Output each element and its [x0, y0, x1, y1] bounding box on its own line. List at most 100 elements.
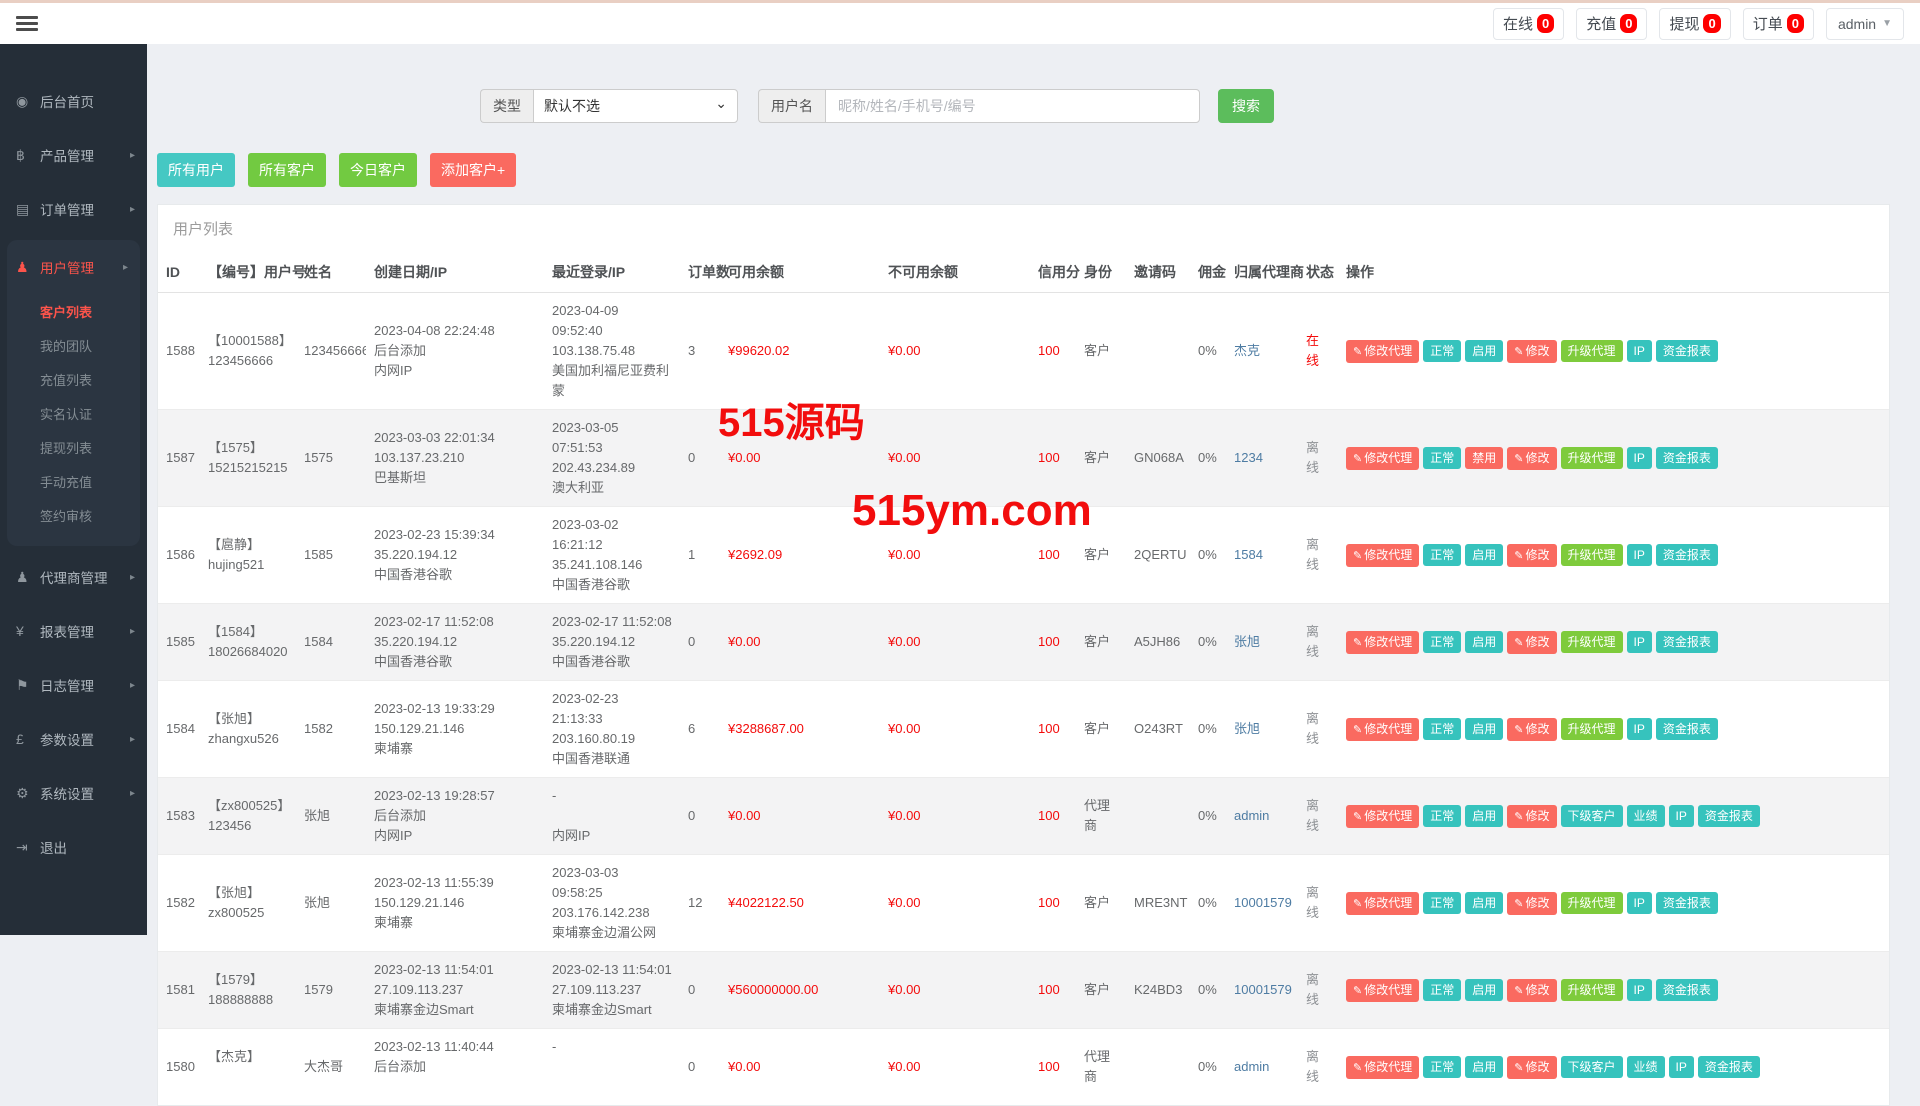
action-funds-report[interactable]: 资金报表	[1656, 447, 1718, 469]
sidebar-subitem[interactable]: 充值列表	[7, 362, 140, 396]
action-edit[interactable]: ✎修改	[1507, 340, 1556, 363]
agent-link[interactable]: 张旭	[1234, 721, 1260, 736]
username-input[interactable]	[825, 89, 1200, 123]
search-button[interactable]: 搜索	[1218, 89, 1274, 123]
stat-recharge[interactable]: 充值0	[1576, 8, 1647, 40]
action-upgrade-agent[interactable]: 升级代理	[1561, 979, 1623, 1001]
sidebar-subitem[interactable]: 签约审核	[7, 498, 140, 532]
sidebar-item-orders[interactable]: ▤订单管理▸	[0, 182, 147, 236]
quick-button-all-customers[interactable]: 所有客户	[248, 153, 326, 187]
action-edit[interactable]: ✎修改	[1507, 892, 1556, 915]
action-performance[interactable]: 业绩	[1627, 805, 1665, 827]
action-upgrade-agent[interactable]: 升级代理	[1561, 340, 1623, 362]
action-edit[interactable]: ✎修改	[1507, 805, 1556, 828]
action-normal[interactable]: 正常	[1423, 805, 1461, 827]
action-upgrade-agent[interactable]: 升级代理	[1561, 718, 1623, 740]
agent-link[interactable]: admin	[1234, 808, 1269, 823]
quick-button-all-users[interactable]: 所有用户	[157, 153, 235, 187]
sidebar-subitem[interactable]: 提现列表	[7, 430, 140, 464]
action-edit-agent[interactable]: ✎修改代理	[1346, 544, 1419, 567]
action-normal[interactable]: 正常	[1423, 1056, 1461, 1078]
action-normal[interactable]: 正常	[1423, 631, 1461, 653]
agent-link[interactable]: admin	[1234, 1059, 1269, 1074]
sidebar-item-logs[interactable]: ⚑日志管理▸	[0, 658, 147, 712]
sidebar-item-reports[interactable]: ¥报表管理▸	[0, 604, 147, 658]
sidebar-item-system[interactable]: ⚙系统设置▸	[0, 766, 147, 820]
action-funds-report[interactable]: 资金报表	[1698, 805, 1760, 827]
action-edit[interactable]: ✎修改	[1507, 718, 1556, 741]
agent-link[interactable]: 张旭	[1234, 634, 1260, 649]
action-edit-agent[interactable]: ✎修改代理	[1346, 892, 1419, 915]
stat-withdraw[interactable]: 提现0	[1659, 8, 1730, 40]
action-enable[interactable]: 启用	[1465, 544, 1503, 566]
action-edit-agent[interactable]: ✎修改代理	[1346, 1056, 1419, 1079]
action-funds-report[interactable]: 资金报表	[1656, 631, 1718, 653]
action-upgrade-agent[interactable]: 升级代理	[1561, 447, 1623, 469]
action-ip[interactable]: IP	[1627, 447, 1652, 469]
action-normal[interactable]: 正常	[1423, 892, 1461, 914]
action-funds-report[interactable]: 资金报表	[1698, 1056, 1760, 1078]
action-enable[interactable]: 启用	[1465, 631, 1503, 653]
agent-link[interactable]: 杰克	[1234, 343, 1260, 358]
action-normal[interactable]: 正常	[1423, 979, 1461, 1001]
menu-toggle-icon[interactable]	[16, 16, 38, 31]
action-edit-agent[interactable]: ✎修改代理	[1346, 718, 1419, 741]
action-enable[interactable]: 启用	[1465, 1056, 1503, 1078]
stat-online[interactable]: 在线0	[1493, 8, 1564, 40]
action-upgrade-agent[interactable]: 升级代理	[1561, 892, 1623, 914]
action-ip[interactable]: IP	[1627, 718, 1652, 740]
action-ip[interactable]: IP	[1627, 544, 1652, 566]
action-edit[interactable]: ✎修改	[1507, 1056, 1556, 1079]
action-ip[interactable]: IP	[1669, 1056, 1694, 1078]
action-funds-report[interactable]: 资金报表	[1656, 544, 1718, 566]
sidebar-item-agents[interactable]: ♟代理商管理▸	[0, 550, 147, 604]
sidebar-item-products[interactable]: ฿产品管理▸	[0, 128, 147, 182]
action-sub-customers[interactable]: 下级客户	[1561, 1056, 1623, 1078]
action-ip[interactable]: IP	[1627, 340, 1652, 362]
agent-link[interactable]: 1584	[1234, 547, 1263, 562]
action-edit[interactable]: ✎修改	[1507, 544, 1556, 567]
quick-button-add-customer[interactable]: 添加客户+	[430, 153, 516, 187]
action-funds-report[interactable]: 资金报表	[1656, 892, 1718, 914]
action-funds-report[interactable]: 资金报表	[1656, 340, 1718, 362]
agent-link[interactable]: 1234	[1234, 450, 1263, 465]
action-enable[interactable]: 启用	[1465, 892, 1503, 914]
action-enable[interactable]: 启用	[1465, 340, 1503, 362]
type-select[interactable]: 默认不选 ⌄	[533, 89, 738, 123]
quick-button-today-customers[interactable]: 今日客户	[339, 153, 417, 187]
admin-dropdown[interactable]: admin ▼	[1826, 8, 1904, 40]
sidebar-item-users[interactable]: ♟用户管理▸	[7, 240, 140, 294]
sidebar-item-logout[interactable]: ⇥退出	[0, 820, 147, 874]
sidebar-subitem[interactable]: 客户列表	[7, 294, 140, 328]
action-funds-report[interactable]: 资金报表	[1656, 979, 1718, 1001]
action-edit-agent[interactable]: ✎修改代理	[1346, 631, 1419, 654]
action-enable[interactable]: 启用	[1465, 979, 1503, 1001]
action-edit[interactable]: ✎修改	[1507, 979, 1556, 1002]
action-ip[interactable]: IP	[1669, 805, 1694, 827]
action-edit-agent[interactable]: ✎修改代理	[1346, 340, 1419, 363]
action-edit[interactable]: ✎修改	[1507, 631, 1556, 654]
action-upgrade-agent[interactable]: 升级代理	[1561, 631, 1623, 653]
action-funds-report[interactable]: 资金报表	[1656, 718, 1718, 740]
action-ip[interactable]: IP	[1627, 631, 1652, 653]
sidebar-item-dashboard[interactable]: ◉后台首页	[0, 74, 147, 128]
sidebar-subitem[interactable]: 实名认证	[7, 396, 140, 430]
action-normal[interactable]: 正常	[1423, 447, 1461, 469]
agent-link[interactable]: 10001579	[1234, 982, 1292, 997]
action-normal[interactable]: 正常	[1423, 340, 1461, 362]
action-ip[interactable]: IP	[1627, 892, 1652, 914]
action-edit-agent[interactable]: ✎修改代理	[1346, 979, 1419, 1002]
stat-order[interactable]: 订单0	[1743, 8, 1814, 40]
action-normal[interactable]: 正常	[1423, 718, 1461, 740]
action-normal[interactable]: 正常	[1423, 544, 1461, 566]
agent-link[interactable]: 10001579	[1234, 895, 1292, 910]
action-disable[interactable]: 禁用	[1465, 447, 1503, 469]
action-performance[interactable]: 业绩	[1627, 1056, 1665, 1078]
action-edit-agent[interactable]: ✎修改代理	[1346, 805, 1419, 828]
action-ip[interactable]: IP	[1627, 979, 1652, 1001]
action-enable[interactable]: 启用	[1465, 718, 1503, 740]
action-edit[interactable]: ✎修改	[1507, 447, 1556, 470]
action-upgrade-agent[interactable]: 升级代理	[1561, 544, 1623, 566]
action-sub-customers[interactable]: 下级客户	[1561, 805, 1623, 827]
action-edit-agent[interactable]: ✎修改代理	[1346, 447, 1419, 470]
